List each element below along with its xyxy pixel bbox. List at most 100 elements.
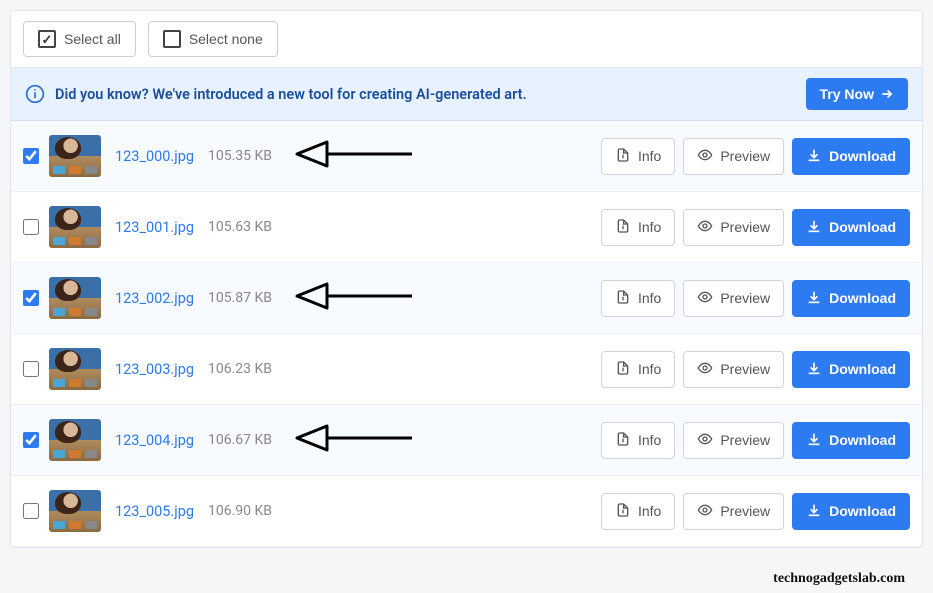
preview-label: Preview [720,432,770,448]
file-thumbnail[interactable] [49,206,101,248]
annotation-arrow-icon [292,281,422,315]
file-name-link[interactable]: 123_001.jpg [115,219,194,236]
download-label: Download [829,503,896,519]
file-row: 123_000.jpg 105.35 KB Info Preview Download [11,121,922,192]
download-icon [806,147,822,166]
download-label: Download [829,432,896,448]
file-row: 123_005.jpg 106.90 KB Info Preview Download [11,476,922,547]
download-icon [806,360,822,379]
info-button[interactable]: Info [601,351,675,388]
download-label: Download [829,290,896,306]
file-row: 123_003.jpg 106.23 KB Info Preview Download [11,334,922,405]
preview-button[interactable]: Preview [683,209,784,246]
preview-label: Preview [720,503,770,519]
checkbox-checked-icon [38,30,56,48]
download-icon [806,218,822,237]
info-label: Info [638,219,661,235]
eye-icon [697,289,713,308]
info-icon [25,84,45,104]
try-now-label: Try Now [820,86,874,102]
info-label: Info [638,148,661,164]
info-button[interactable]: Info [601,493,675,530]
download-button[interactable]: Download [792,209,910,246]
preview-button[interactable]: Preview [683,351,784,388]
annotation-arrow-icon [292,423,422,457]
info-label: Info [638,290,661,306]
announcement-banner: Did you know? We've introduced a new too… [11,68,922,121]
arrow-right-icon [880,87,894,101]
download-button[interactable]: Download [792,493,910,530]
download-button[interactable]: Download [792,422,910,459]
eye-icon [697,431,713,450]
file-thumbnail[interactable] [49,490,101,532]
file-info-icon [615,502,631,521]
download-label: Download [829,148,896,164]
file-actions: Info Preview Download [601,280,910,317]
preview-button[interactable]: Preview [683,422,784,459]
download-button[interactable]: Download [792,138,910,175]
select-all-label: Select all [64,31,121,47]
file-actions: Info Preview Download [601,351,910,388]
file-actions: Info Preview Download [601,209,910,246]
banner-text: Did you know? We've introduced a new too… [55,86,806,103]
file-size: 105.63 KB [208,219,272,235]
selection-toolbar: Select all Select none [11,11,922,68]
file-size: 105.35 KB [208,148,272,164]
watermark: technogadgetslab.com [773,571,905,587]
file-thumbnail[interactable] [49,135,101,177]
info-button[interactable]: Info [601,422,675,459]
file-info-icon [615,218,631,237]
info-button[interactable]: Info [601,209,675,246]
file-thumbnail[interactable] [49,277,101,319]
preview-button[interactable]: Preview [683,280,784,317]
file-actions: Info Preview Download [601,138,910,175]
select-none-button[interactable]: Select none [148,21,278,57]
file-thumbnail[interactable] [49,419,101,461]
preview-button[interactable]: Preview [683,138,784,175]
download-button[interactable]: Download [792,280,910,317]
eye-icon [697,147,713,166]
eye-icon [697,218,713,237]
file-name-link[interactable]: 123_002.jpg [115,290,194,307]
select-all-button[interactable]: Select all [23,21,136,57]
file-name-link[interactable]: 123_005.jpg [115,503,194,520]
file-actions: Info Preview Download [601,422,910,459]
file-checkbox[interactable] [23,432,39,448]
download-label: Download [829,219,896,235]
file-row: 123_001.jpg 105.63 KB Info Preview Download [11,192,922,263]
file-list: 123_000.jpg105.35 KBInfoPreviewDownload1… [11,121,922,547]
file-info-icon [615,360,631,379]
preview-label: Preview [720,361,770,377]
file-name-link[interactable]: 123_003.jpg [115,361,194,378]
download-icon [806,431,822,450]
file-size: 106.90 KB [208,503,272,519]
download-icon [806,289,822,308]
file-row: 123_004.jpg106.67 KBInfoPreviewDownload [11,405,922,476]
preview-label: Preview [720,290,770,306]
file-checkbox[interactable] [23,361,39,377]
preview-button[interactable]: Preview [683,493,784,530]
info-button[interactable]: Info [601,138,675,175]
file-size: 105.87 KB [208,290,272,306]
file-checkbox[interactable] [23,148,39,164]
download-label: Download [829,361,896,377]
info-button[interactable]: Info [601,280,675,317]
file-row: 123_002.jpg 105.87 KB Info Preview Download [11,263,922,334]
file-size: 106.23 KB [208,361,272,377]
try-now-button[interactable]: Try Now [806,78,908,110]
info-label: Info [638,361,661,377]
file-checkbox[interactable] [23,290,39,306]
info-label: Info [638,432,661,448]
file-checkbox[interactable] [23,219,39,235]
file-name-link[interactable]: 123_000.jpg [115,148,194,165]
download-button[interactable]: Download [792,351,910,388]
file-thumbnail[interactable] [49,348,101,390]
download-icon [806,502,822,521]
preview-label: Preview [720,219,770,235]
file-actions: Info Preview Download [601,493,910,530]
file-checkbox[interactable] [23,503,39,519]
checkbox-empty-icon [163,30,181,48]
file-name-link[interactable]: 123_004.jpg [115,432,194,449]
eye-icon [697,360,713,379]
eye-icon [697,502,713,521]
